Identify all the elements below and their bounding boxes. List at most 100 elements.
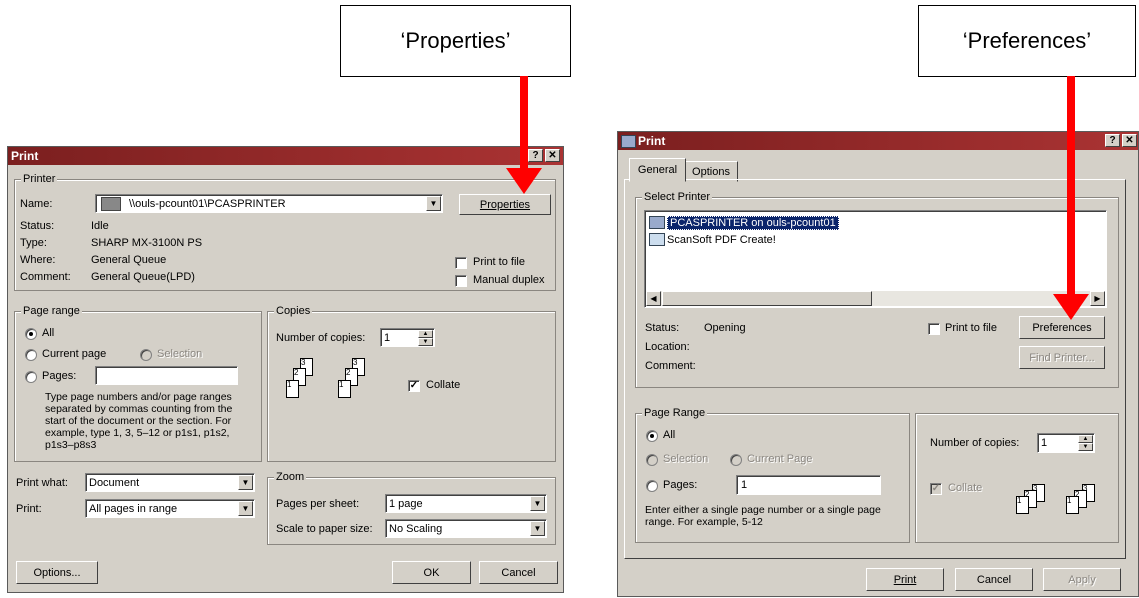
page-range-group: Page range All Current page Selection Pa… — [14, 305, 262, 462]
scroll-right-icon[interactable]: ▶ — [1090, 291, 1105, 306]
properties-button[interactable]: Properties — [459, 194, 551, 215]
spin-up-icon[interactable]: ▲ — [1078, 435, 1093, 443]
manual-duplex-checkbox[interactable] — [455, 275, 467, 287]
ok-button[interactable]: OK — [392, 561, 471, 584]
zoom-group: Zoom Pages per sheet: 1 page ▼ Scale to p… — [267, 471, 556, 545]
spin-up-icon[interactable]: ▲ — [418, 330, 433, 338]
copies-group: Copies Number of copies: 1 ▲ ▼ 3 2 1 3 2… — [267, 305, 556, 462]
copies-input[interactable]: 1 ▲ ▼ — [380, 328, 435, 347]
comment-value: General Queue(LPD) — [91, 271, 195, 283]
print-to-file-checkbox[interactable] — [455, 257, 467, 269]
cancel-button[interactable]: Cancel — [479, 561, 558, 584]
spin-down-icon[interactable]: ▼ — [1078, 443, 1093, 451]
properties-arrow-head — [506, 168, 542, 194]
where-value: General Queue — [91, 254, 167, 266]
current-page-label: Current Page — [747, 453, 813, 465]
status-label: Status: — [645, 322, 680, 334]
printer-name-select[interactable]: \\ouls-pcount01\PCASPRINTER ▼ — [95, 194, 443, 213]
selection-radio[interactable] — [140, 349, 152, 361]
where-label: Where: — [20, 254, 56, 266]
help-button[interactable]: ? — [528, 149, 543, 162]
printer-icon — [621, 135, 636, 148]
print-to-file-label: Print to file — [945, 322, 997, 334]
page-range-label: Page Range — [642, 407, 708, 419]
scale-select[interactable]: No Scaling ▼ — [385, 519, 547, 538]
dialog-title: Print — [638, 134, 666, 148]
pages-input[interactable] — [95, 366, 238, 385]
preferences-arrow-head — [1053, 294, 1089, 320]
number-of-copies-label: Number of copies: — [276, 332, 366, 344]
copies-group-label: Copies — [274, 305, 313, 317]
type-label: Type: — [20, 237, 47, 249]
scale-label: Scale to paper size: — [276, 523, 373, 535]
collate-illustration-1: 3 2 1 — [286, 354, 326, 414]
zoom-group-label: Zoom — [274, 471, 307, 483]
chevron-down-icon[interactable]: ▼ — [530, 496, 545, 511]
options-button[interactable]: Options... — [16, 561, 98, 584]
cancel-button[interactable]: Cancel — [955, 568, 1033, 591]
close-button[interactable]: ✕ — [545, 149, 560, 162]
chevron-down-icon[interactable]: ▼ — [530, 521, 545, 536]
tab-panel: Select Printer PCASPRINTER on ouls-pcoun… — [624, 179, 1126, 559]
status-value: Opening — [704, 322, 746, 334]
pages-radio[interactable] — [25, 371, 37, 383]
status-value: Idle — [91, 220, 109, 232]
print-button[interactable]: Print — [866, 568, 944, 591]
printer-list-item-1[interactable]: ScanSoft PDF Create! — [649, 232, 776, 247]
preferences-callout: ‘Preferences’ — [918, 5, 1136, 77]
print-what-select[interactable]: Document ▼ — [85, 473, 255, 492]
page-range-group: Page Range All Selection Current Page Pa… — [635, 407, 910, 543]
horizontal-scrollbar[interactable]: ◀ ▶ — [646, 291, 1105, 306]
close-button[interactable]: ✕ — [1122, 134, 1137, 147]
chevron-down-icon[interactable]: ▼ — [426, 196, 441, 211]
apply-button[interactable]: Apply — [1043, 568, 1121, 591]
print-what-label: Print what: — [16, 477, 68, 489]
selection-label: Selection — [157, 348, 203, 360]
copies-input[interactable]: 1 ▲ ▼ — [1037, 433, 1095, 453]
location-label: Location: — [645, 341, 690, 353]
title-bar: Print ? ✕ — [618, 132, 1138, 150]
all-label: All — [42, 327, 55, 339]
print-dialog-windows: Print ? ✕ General Options Select Printer… — [617, 131, 1139, 597]
printer-group: Printer Name: \\ouls-pcount01\PCASPRINTE… — [14, 173, 556, 291]
chevron-down-icon[interactable]: ▼ — [238, 501, 253, 516]
pages-per-sheet-select[interactable]: 1 page ▼ — [385, 494, 547, 513]
pages-radio[interactable] — [646, 480, 658, 492]
chevron-down-icon[interactable]: ▼ — [238, 475, 253, 490]
selection-label: Selection — [663, 453, 709, 465]
tab-general[interactable]: General — [629, 158, 686, 182]
comment-label: Comment: — [645, 360, 696, 372]
printer-group-label: Printer — [21, 173, 58, 185]
find-printer-button[interactable]: Find Printer... — [1019, 346, 1105, 369]
collate-checkbox[interactable]: ✓ — [930, 483, 942, 495]
properties-callout: ‘Properties’ — [340, 5, 571, 77]
printer-icon — [101, 196, 121, 211]
printer-list[interactable]: PCASPRINTER on ouls-pcount01 ScanSoft PD… — [644, 210, 1107, 308]
name-label: Name: — [20, 198, 53, 210]
comment-label: Comment: — [20, 271, 71, 283]
scroll-thumb[interactable] — [662, 291, 872, 306]
printer-icon — [649, 216, 665, 229]
pages-help-text: Type page numbers and/or page ranges sep… — [45, 391, 233, 451]
print-to-file-checkbox[interactable] — [928, 323, 940, 335]
collate-checkbox[interactable]: ✓ — [408, 380, 420, 392]
collate-illustration-2: 3 2 1 — [1066, 484, 1106, 524]
collate-illustration-1: 3 2 1 — [1016, 484, 1056, 524]
pages-input[interactable]: 1 — [736, 475, 881, 495]
type-value: SHARP MX-3100N PS — [91, 237, 203, 249]
all-radio[interactable] — [25, 328, 37, 340]
selection-radio[interactable] — [646, 454, 658, 466]
printer-list-item-0[interactable]: PCASPRINTER on ouls-pcount01 — [649, 215, 839, 230]
printer-name-value: \\ouls-pcount01\PCASPRINTER — [129, 197, 286, 210]
print-select[interactable]: All pages in range ▼ — [85, 499, 255, 518]
number-of-copies-label: Number of copies: — [930, 437, 1020, 449]
scroll-left-icon[interactable]: ◀ — [646, 291, 661, 306]
current-page-radio[interactable] — [25, 349, 37, 361]
current-page-radio[interactable] — [730, 454, 742, 466]
help-button[interactable]: ? — [1105, 134, 1120, 147]
pages-help-text: Enter either a single page number or a s… — [645, 504, 881, 528]
collate-label: Collate — [948, 482, 983, 494]
spin-down-icon[interactable]: ▼ — [418, 338, 433, 346]
all-radio[interactable] — [646, 430, 658, 442]
collate-illustration-2: 3 2 1 — [338, 354, 378, 414]
